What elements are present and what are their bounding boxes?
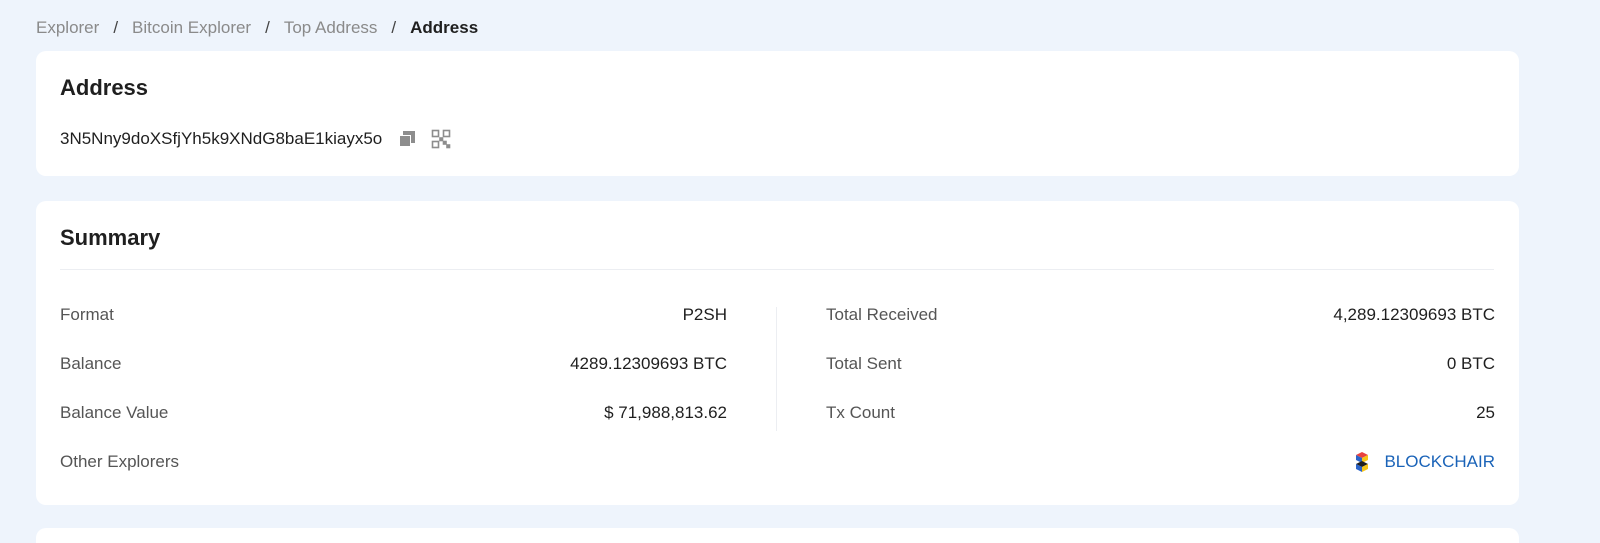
other-explorers-label: Other Explorers — [60, 452, 180, 471]
breadcrumb-current: Address — [410, 18, 479, 37]
breadcrumb-bitcoin-explorer[interactable]: Bitcoin Explorer — [132, 18, 251, 38]
balance-value-amount: $ 71,988,813.62 — [604, 403, 727, 422]
tx-count-label: Tx Count — [826, 403, 895, 422]
next-card — [36, 528, 1519, 543]
blockchair-logo-icon — [1356, 452, 1369, 472]
column-divider — [776, 307, 777, 431]
summary-card: Summary Format P2SH Balance 4289.1230969… — [36, 201, 1519, 505]
summary-row-balance: Balance 4289.12309693 BTC — [60, 352, 727, 376]
format-value: P2SH — [682, 305, 727, 324]
address-row: 3N5Nny9doXSfjYh5k9XNdG8baE1kiayx5o — [60, 127, 452, 151]
breadcrumb-separator: / — [265, 18, 270, 37]
qr-code-icon[interactable] — [430, 128, 452, 150]
summary-row-other-explorers: Other Explorers BLOCKCHAIR — [60, 450, 1495, 474]
breadcrumb-separator: / — [113, 18, 119, 37]
summary-row-total-received: Total Received 4,289.12309693 BTC — [826, 303, 1495, 327]
total-received-label: Total Received — [826, 305, 938, 324]
address-value: 3N5Nny9doXSfjYh5k9XNdG8baE1kiayx5o — [60, 129, 383, 148]
breadcrumb-separator: / — [391, 18, 397, 37]
balance-value-label: Balance Value — [60, 403, 169, 422]
address-card: Address 3N5Nny9doXSfjYh5k9XNdG8baE1kiayx… — [36, 51, 1519, 176]
format-label: Format — [60, 305, 114, 324]
address-title: Address — [60, 75, 149, 100]
blockchair-link[interactable]: BLOCKCHAIR — [1354, 451, 1495, 473]
summary-row-total-sent: Total Sent 0 BTC — [826, 352, 1495, 376]
balance-value: 4289.12309693 BTC — [570, 354, 727, 373]
total-received-value: 4,289.12309693 BTC — [1333, 305, 1495, 324]
breadcrumb-explorer[interactable]: Explorer — [36, 18, 99, 38]
breadcrumb-top-address[interactable]: Top Address — [284, 18, 378, 38]
total-sent-value: 0 BTC — [1446, 354, 1495, 373]
summary-row-balance-value: Balance Value $ 71,988,813.62 — [60, 401, 727, 425]
page: Explorer / Bitcoin Explorer / Top Addres… — [0, 0, 1600, 543]
summary-row-tx-count: Tx Count 25 — [826, 401, 1495, 425]
summary-title: Summary — [60, 225, 161, 250]
blockchair-label: BLOCKCHAIR — [1384, 452, 1495, 471]
balance-label: Balance — [60, 354, 122, 373]
total-sent-label: Total Sent — [826, 354, 902, 373]
breadcrumb: Explorer / Bitcoin Explorer / Top Addres… — [36, 16, 478, 40]
copy-icon[interactable] — [396, 128, 418, 150]
tx-count-value: 25 — [1476, 403, 1495, 422]
summary-divider — [60, 269, 1494, 270]
summary-row-format: Format P2SH — [60, 303, 727, 327]
